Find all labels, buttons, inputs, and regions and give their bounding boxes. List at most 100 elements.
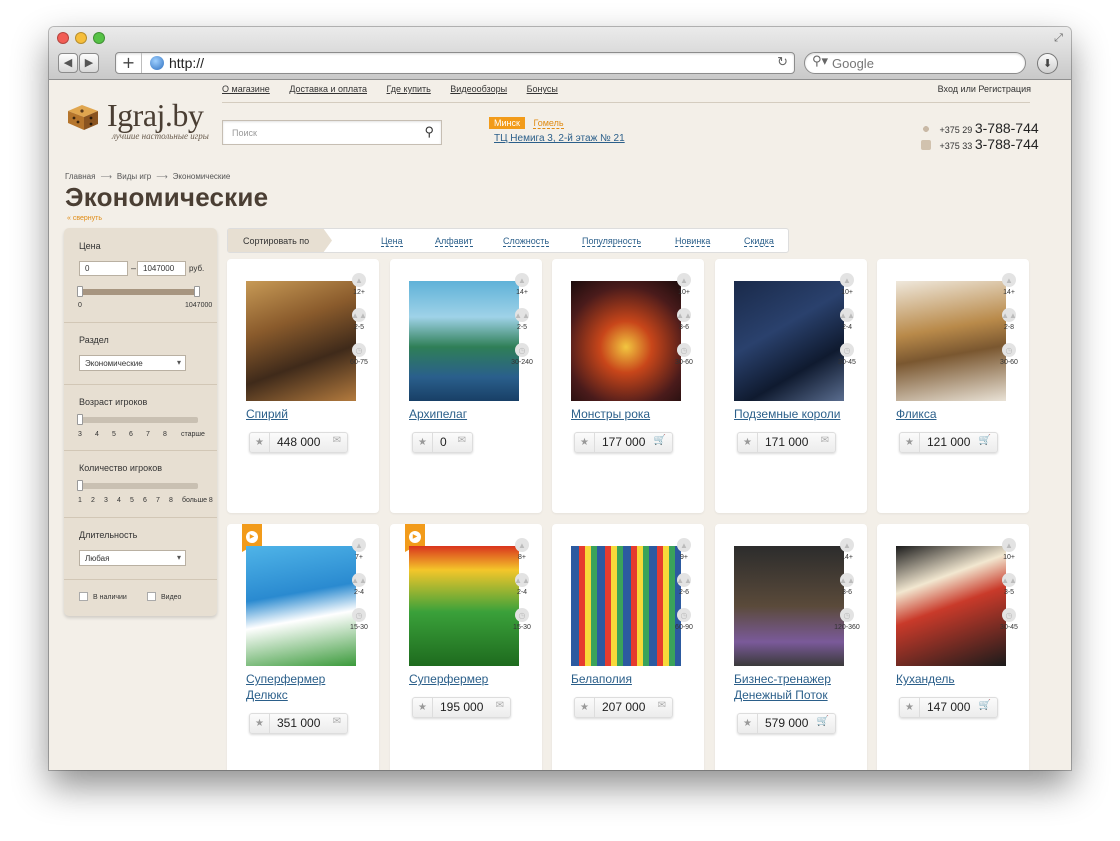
age-slider-handle[interactable] — [77, 414, 83, 425]
product-name-link[interactable]: Фликса — [896, 406, 1016, 422]
price-button[interactable]: ★ 147 000 🛒 — [899, 697, 998, 718]
forward-button[interactable]: ▶ — [79, 53, 99, 73]
price-min-input[interactable]: 0 — [79, 261, 128, 276]
product-name-link[interactable]: Бизнес-тренажер Денежный Поток — [734, 671, 854, 703]
product-image[interactable] — [246, 546, 356, 666]
sort-by-popularity[interactable]: Популярность — [582, 236, 642, 247]
product-image[interactable] — [734, 281, 844, 401]
search-icon[interactable]: ⚲ — [424, 124, 434, 140]
login-link[interactable]: Вход — [938, 84, 958, 94]
star-icon[interactable]: ★ — [250, 714, 270, 733]
price-button[interactable]: ★ 207 000 ✉ — [574, 697, 673, 718]
star-icon[interactable]: ★ — [738, 433, 758, 452]
product-image[interactable] — [734, 546, 844, 666]
price-slider-min-handle[interactable] — [77, 286, 83, 297]
sort-by-alphabet[interactable]: Алфавит — [435, 236, 473, 247]
video-checkbox[interactable]: Видео — [147, 592, 181, 601]
mail-icon[interactable]: ✉ — [658, 700, 666, 711]
product-image[interactable] — [409, 546, 519, 666]
product-card[interactable]: ▲ 10+ ▲▲ 2-4 ◷ 30-45 Подземные короли ★ 171 000 ✉ — [715, 259, 867, 513]
star-icon[interactable]: ★ — [575, 433, 595, 452]
product-card[interactable]: ▲ 7+ ▲▲ 2-4 ◷ 15-30 Суперфермер Делюкс ★ 351 000… — [227, 524, 379, 770]
sort-by-price[interactable]: Цена — [381, 236, 403, 247]
mail-icon[interactable]: ✉ — [333, 435, 341, 446]
product-name-link[interactable]: Суперфермер — [409, 671, 529, 687]
reload-icon[interactable]: ↻ — [777, 55, 788, 70]
star-icon[interactable]: ★ — [738, 714, 758, 733]
product-name-link[interactable]: Архипелаг — [409, 406, 529, 422]
minimize-window-button[interactable] — [75, 32, 87, 44]
product-name-link[interactable]: Суперфермер Делюкс — [246, 671, 366, 703]
back-button[interactable]: ◀ — [58, 53, 78, 73]
product-image[interactable] — [571, 281, 681, 401]
add-bookmark-icon[interactable]: + — [116, 53, 142, 73]
price-slider[interactable] — [77, 286, 200, 297]
address-text[interactable]: http:// — [169, 55, 204, 71]
section-select[interactable]: Экономические — [79, 355, 186, 371]
product-card[interactable]: ▲ 10+ ▲▲ 3-5 ◷ 30-45 Кухандель ★ 147 000 🛒 — [877, 524, 1029, 770]
browser-search-field[interactable]: ⚲▾ Google — [804, 52, 1026, 74]
product-card[interactable]: ▲ 10+ ▲▲ 3-6 ◷ 30-60 Монстры рока ★ 177 000 🛒 — [552, 259, 704, 513]
price-button[interactable]: ★ 177 000 🛒 — [574, 432, 673, 453]
product-name-link[interactable]: Подземные короли — [734, 406, 854, 422]
collapse-link[interactable]: « свернуть — [67, 215, 102, 222]
city-gomel[interactable]: Гомель — [533, 118, 564, 129]
nav-link-where-to-buy[interactable]: Где купить — [387, 84, 431, 94]
address-bar[interactable]: + http:// ↻ — [115, 52, 795, 74]
price-slider-max-handle[interactable] — [194, 286, 200, 297]
cart-icon[interactable]: 🛒 — [654, 435, 666, 446]
star-icon[interactable]: ★ — [413, 433, 433, 452]
nav-link-bonuses[interactable]: Бонусы — [527, 84, 558, 94]
checkbox-box[interactable] — [79, 592, 88, 601]
product-image[interactable] — [896, 546, 1006, 666]
cart-icon[interactable]: 🛒 — [979, 435, 991, 446]
register-link[interactable]: Регистрация — [978, 84, 1031, 94]
players-slider[interactable] — [77, 480, 198, 491]
price-button[interactable]: ★ 579 000 🛒 — [737, 713, 836, 734]
sort-by-new[interactable]: Новинка — [675, 236, 711, 247]
product-image[interactable] — [896, 281, 1006, 401]
product-image[interactable] — [571, 546, 681, 666]
mail-icon[interactable]: ✉ — [821, 435, 829, 446]
duration-select[interactable]: Любая — [79, 550, 186, 566]
checkbox-box[interactable] — [147, 592, 156, 601]
cart-icon[interactable]: 🛒 — [817, 716, 829, 727]
price-button[interactable]: ★ 121 000 🛒 — [899, 432, 998, 453]
product-name-link[interactable]: Кухандель — [896, 671, 1016, 687]
players-slider-handle[interactable] — [77, 480, 83, 491]
star-icon[interactable]: ★ — [575, 698, 595, 717]
price-button[interactable]: ★ 0 ✉ — [412, 432, 473, 453]
site-logo[interactable]: Igraj.by лучшие настольные игры — [66, 97, 216, 142]
cart-icon[interactable]: 🛒 — [979, 700, 991, 711]
star-icon[interactable]: ★ — [250, 433, 270, 452]
product-name-link[interactable]: Монстры рока — [571, 406, 691, 422]
mail-icon[interactable]: ✉ — [333, 716, 341, 727]
zoom-window-button[interactable] — [93, 32, 105, 44]
fullscreen-icon[interactable]: ⤢ — [1052, 31, 1065, 44]
site-search-input[interactable]: Поиск ⚲ — [222, 120, 442, 145]
product-card[interactable]: ▲ 14+ ▲▲ 2-8 ◷ 30-60 Фликса ★ 121 000 🛒 — [877, 259, 1029, 513]
star-icon[interactable]: ★ — [413, 698, 433, 717]
product-name-link[interactable]: Спирий — [246, 406, 366, 422]
product-image[interactable] — [246, 281, 356, 401]
product-card[interactable]: ▲ 8+ ▲▲ 2-4 ◷ 15-30 Суперфермер ★ 195 000 ✉ — [390, 524, 542, 770]
sort-by-discount[interactable]: Скидка — [744, 236, 774, 247]
close-window-button[interactable] — [57, 32, 69, 44]
product-name-link[interactable]: Белаполия — [571, 671, 691, 687]
breadcrumb-game-types[interactable]: Виды игр — [117, 172, 151, 181]
product-card[interactable]: ▲ 14+ ▲▲ 2-5 ◷ 30-240 Архипелаг ★ 0 ✉ — [390, 259, 542, 513]
product-card[interactable]: ▲ 14+ ▲▲ 3-6 ◷ 120-360 Бизнес-тренажер Денежны… — [715, 524, 867, 770]
nav-link-delivery[interactable]: Доставка и оплата — [289, 84, 367, 94]
mail-icon[interactable]: ✉ — [458, 435, 466, 446]
star-icon[interactable]: ★ — [900, 433, 920, 452]
city-minsk[interactable]: Минск — [489, 117, 525, 129]
star-icon[interactable]: ★ — [900, 698, 920, 717]
product-image[interactable] — [409, 281, 519, 401]
store-address-link[interactable]: ТЦ Немига 3, 2-й этаж № 21 — [494, 133, 625, 144]
age-slider[interactable] — [77, 414, 198, 425]
nav-link-video-reviews[interactable]: Видеообзоры — [450, 84, 507, 94]
breadcrumb-home[interactable]: Главная — [65, 172, 95, 181]
price-button[interactable]: ★ 171 000 ✉ — [737, 432, 836, 453]
price-button[interactable]: ★ 448 000 ✉ — [249, 432, 348, 453]
in-stock-checkbox[interactable]: В наличии — [79, 592, 127, 601]
